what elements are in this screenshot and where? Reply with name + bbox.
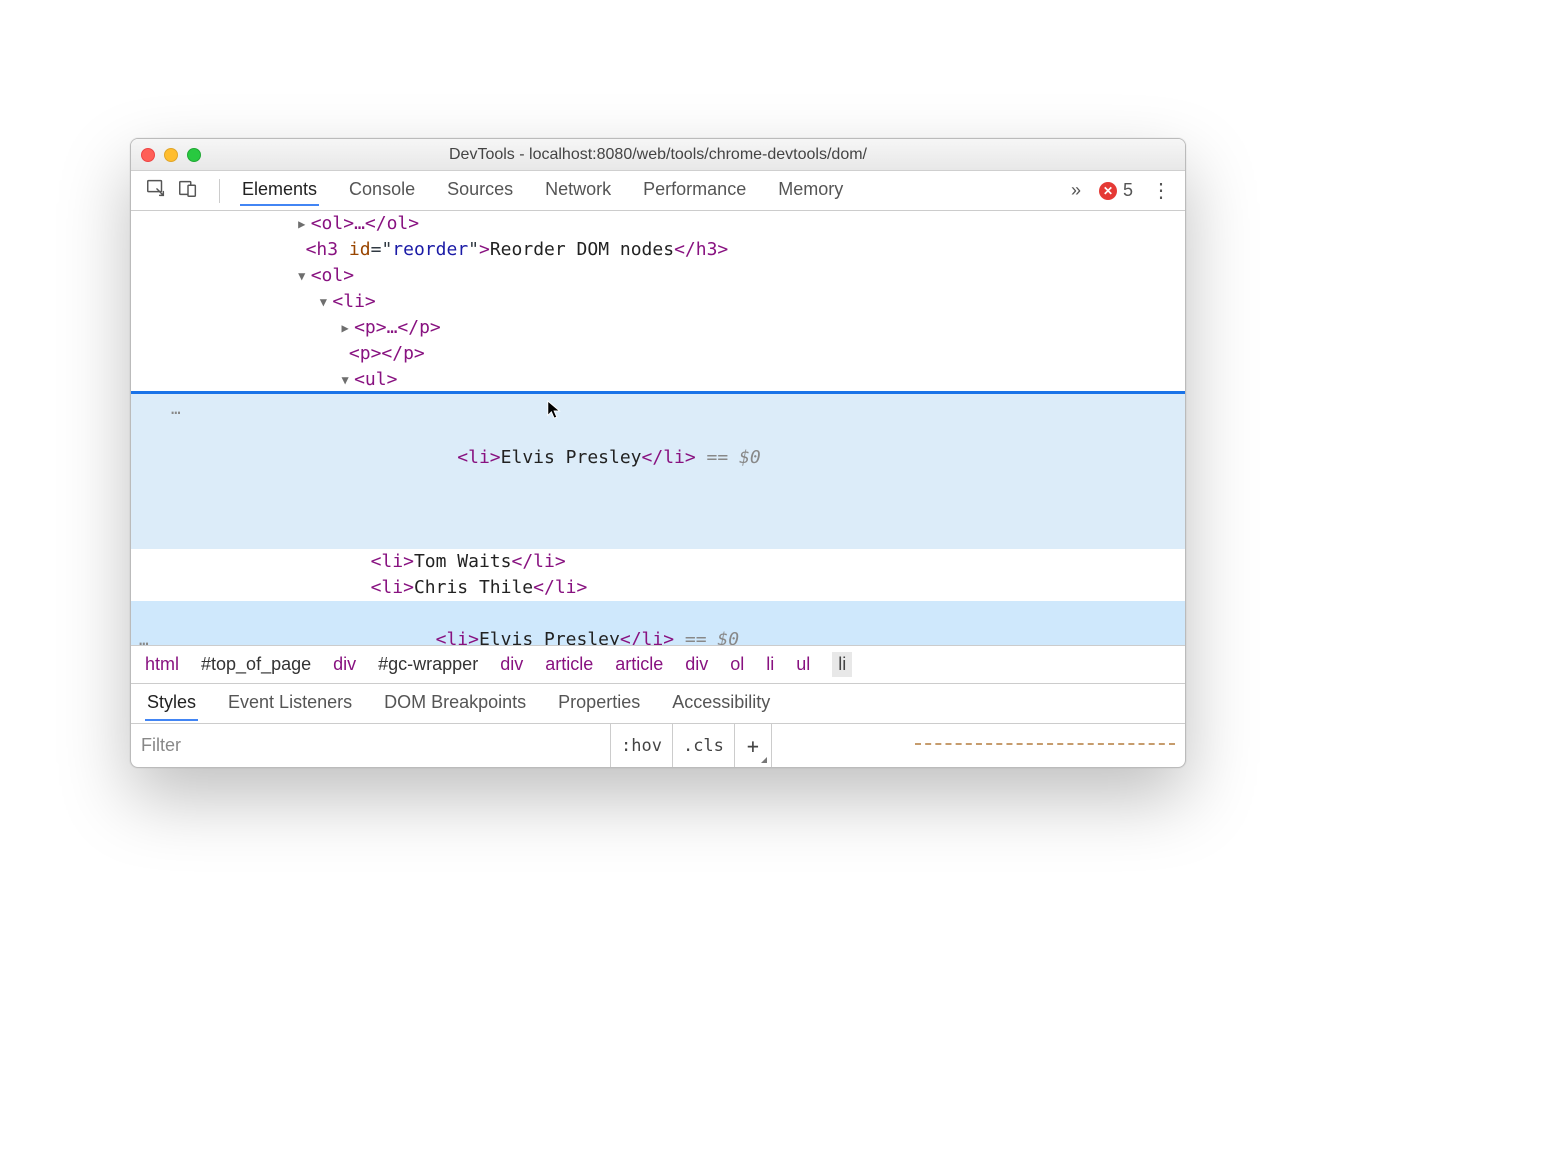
crumb-html[interactable]: html xyxy=(145,654,179,675)
window-controls xyxy=(141,148,201,162)
tab-sources[interactable]: Sources xyxy=(445,175,515,206)
new-style-rule-button[interactable]: + xyxy=(735,724,772,767)
dom-line[interactable]: ▶<p>…</p> xyxy=(131,315,1185,341)
styles-subtabs: Styles Event Listeners DOM Breakpoints P… xyxy=(131,683,1185,723)
settings-menu-icon[interactable]: ⋮ xyxy=(1151,181,1171,201)
dom-line[interactable]: <li>Chris Thile</li> xyxy=(131,575,1185,601)
titlebar: DevTools - localhost:8080/web/tools/chro… xyxy=(131,139,1185,171)
cursor-icon xyxy=(546,399,564,421)
devtools-window: DevTools - localhost:8080/web/tools/chro… xyxy=(130,138,1186,768)
crumb-top-of-page[interactable]: #top_of_page xyxy=(201,654,311,675)
error-counter[interactable]: ✕ 5 xyxy=(1099,180,1133,201)
window-title: DevTools - localhost:8080/web/tools/chro… xyxy=(131,146,1185,164)
main-toolbar: Elements Console Sources Network Perform… xyxy=(131,171,1185,211)
tab-performance[interactable]: Performance xyxy=(641,175,748,206)
tab-elements[interactable]: Elements xyxy=(240,175,319,206)
subtab-accessibility[interactable]: Accessibility xyxy=(670,686,772,721)
crumb-div[interactable]: div xyxy=(685,654,708,675)
minimize-window-button[interactable] xyxy=(164,148,178,162)
dom-line[interactable]: ▼<ol> xyxy=(131,263,1185,289)
box-model-preview xyxy=(915,743,1175,749)
gutter-dots-icon: … xyxy=(171,396,182,422)
crumb-div[interactable]: div xyxy=(500,654,523,675)
toolbar-icons xyxy=(145,177,199,204)
crumb-li-selected[interactable]: li xyxy=(832,652,852,677)
styles-toggle-group: :hov .cls + xyxy=(611,724,772,767)
subtab-event-listeners[interactable]: Event Listeners xyxy=(226,686,354,721)
elements-dom-tree[interactable]: ▶<ol>…</ol> <h3 id="reorder">Reorder DOM… xyxy=(131,211,1185,645)
dom-selected-node[interactable]: … <li>Elvis Presley</li> == $0 xyxy=(131,601,1185,645)
drop-indicator xyxy=(131,391,1185,394)
dom-line[interactable]: <li>Tom Waits</li> xyxy=(131,549,1185,575)
inspect-element-icon[interactable] xyxy=(145,177,167,204)
zoom-window-button[interactable] xyxy=(187,148,201,162)
subtab-styles[interactable]: Styles xyxy=(145,686,198,721)
main-tabs: Elements Console Sources Network Perform… xyxy=(240,175,845,206)
toolbar-right: » ✕ 5 ⋮ xyxy=(1071,180,1171,201)
subtab-dom-breakpoints[interactable]: DOM Breakpoints xyxy=(382,686,528,721)
tab-memory[interactable]: Memory xyxy=(776,175,845,206)
error-count: 5 xyxy=(1123,180,1133,201)
dom-breadcrumbs: html #top_of_page div #gc-wrapper div ar… xyxy=(131,645,1185,683)
styles-toolbar: :hov .cls + xyxy=(131,723,1185,767)
subtab-properties[interactable]: Properties xyxy=(556,686,642,721)
styles-filter-input[interactable] xyxy=(141,735,600,756)
gutter-dots-icon: … xyxy=(139,627,150,645)
toolbar-separator xyxy=(219,179,220,203)
dom-line[interactable]: ▶<ol>…</ol> xyxy=(131,211,1185,237)
dom-drag-preview[interactable]: … <li>Elvis Presley</li> == $0 xyxy=(131,393,1185,549)
overflow-tabs-icon[interactable]: » xyxy=(1071,180,1081,201)
crumb-li[interactable]: li xyxy=(766,654,774,675)
error-icon: ✕ xyxy=(1099,182,1117,200)
tab-network[interactable]: Network xyxy=(543,175,613,206)
crumb-article[interactable]: article xyxy=(545,654,593,675)
dom-line[interactable]: <h3 id="reorder">Reorder DOM nodes</h3> xyxy=(131,237,1185,263)
dom-line[interactable]: ▼<ul> xyxy=(131,367,1185,393)
tab-console[interactable]: Console xyxy=(347,175,417,206)
crumb-ol[interactable]: ol xyxy=(730,654,744,675)
styles-filter-box xyxy=(131,724,611,767)
dom-line[interactable]: <p></p> xyxy=(131,341,1185,367)
device-toolbar-icon[interactable] xyxy=(177,177,199,204)
dom-line[interactable]: ▼<li> xyxy=(131,289,1185,315)
hov-toggle[interactable]: :hov xyxy=(611,724,673,767)
crumb-div[interactable]: div xyxy=(333,654,356,675)
close-window-button[interactable] xyxy=(141,148,155,162)
collapsed-ol: <ol>…</ol> xyxy=(311,213,419,234)
crumb-gc-wrapper[interactable]: #gc-wrapper xyxy=(378,654,478,675)
crumb-article[interactable]: article xyxy=(615,654,663,675)
crumb-ul[interactable]: ul xyxy=(796,654,810,675)
cls-toggle[interactable]: .cls xyxy=(673,724,735,767)
